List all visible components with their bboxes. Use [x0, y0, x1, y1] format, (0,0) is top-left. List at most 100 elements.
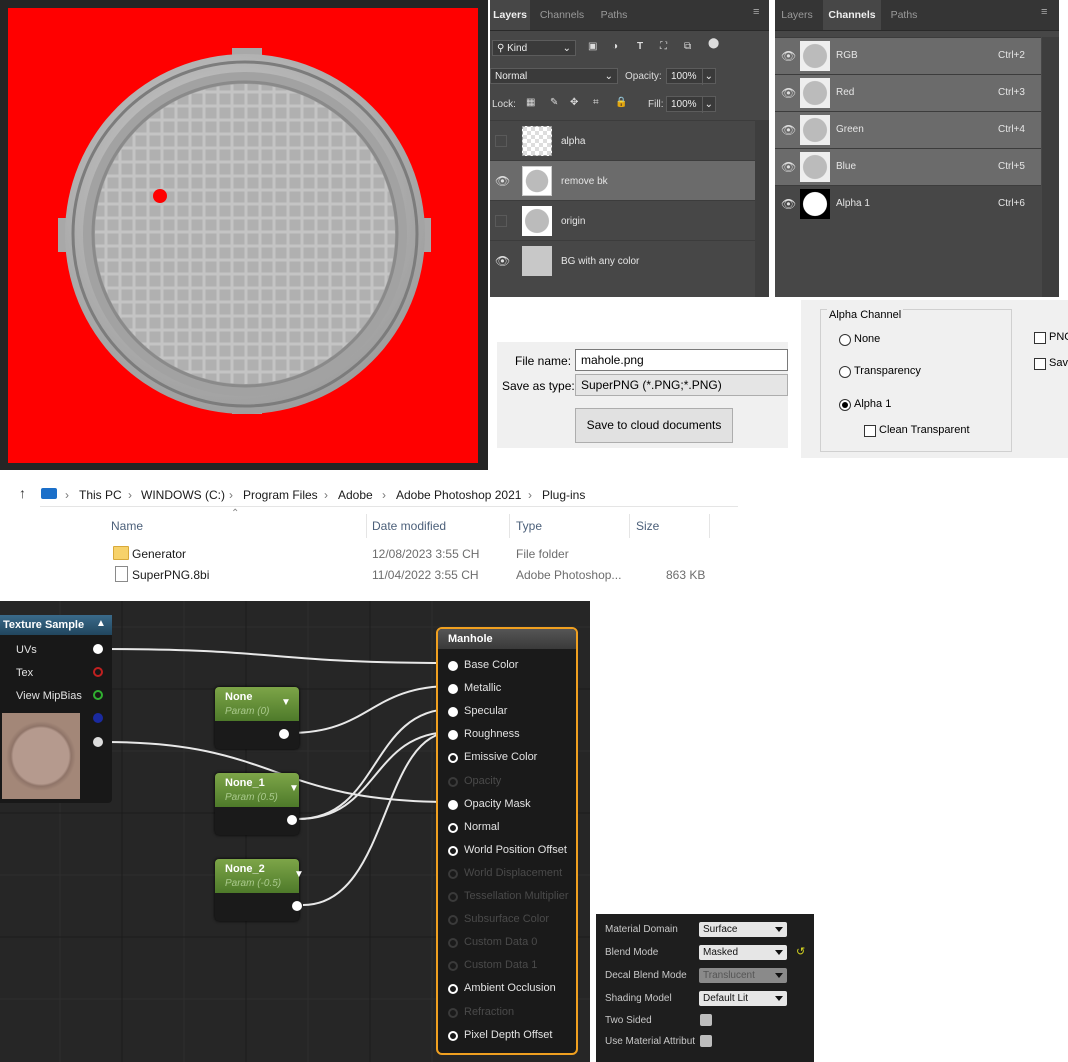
dropdown-arrow-icon[interactable]: ▼ — [289, 783, 299, 794]
save-option-checkbox[interactable] — [1034, 358, 1046, 370]
save-to-cloud-button[interactable]: Save to cloud documents — [575, 408, 733, 443]
eye-icon[interactable]: 👁 — [781, 86, 796, 100]
output-pin[interactable] — [292, 901, 302, 911]
lock-transparent-icon[interactable]: ▦ — [526, 97, 535, 108]
output-pin[interactable] — [279, 729, 289, 739]
channel-row-rgb[interactable]: 👁 RGB Ctrl+2 — [775, 37, 1041, 74]
material-pin-row[interactable]: Metallic — [446, 681, 574, 697]
lock-image-icon[interactable]: ✎ — [550, 97, 558, 108]
material-pin-row[interactable]: Emissive Color — [446, 750, 574, 766]
chevron-down-icon[interactable]: ⌄ — [701, 69, 713, 85]
channel-row-blue[interactable]: 👁 Blue Ctrl+5 — [775, 148, 1041, 185]
material-pin-row[interactable]: Specular — [446, 704, 574, 720]
texture-sample-node[interactable]: Texture Sample ▲ UVs Tex View MipBias — [0, 615, 112, 803]
use-material-attributes-checkbox[interactable] — [700, 1035, 712, 1047]
panel-menu-icon[interactable]: ≡ — [1041, 6, 1047, 18]
material-domain-combo[interactable]: Surface — [699, 922, 787, 937]
material-result-header[interactable]: Manhole — [438, 629, 576, 649]
output-g-pin[interactable] — [93, 690, 103, 700]
alpha-1-radio[interactable] — [839, 399, 851, 411]
path-this-pc[interactable]: This PC — [79, 488, 122, 502]
visibility-toggle[interactable] — [495, 135, 507, 147]
layer-row-origin[interactable]: origin — [490, 200, 755, 240]
param-node-none[interactable]: None Param (0) ▼ — [215, 687, 299, 749]
collapse-arrow-icon[interactable]: ▲ — [96, 618, 106, 629]
filter-adjustment-icon[interactable]: ◑ — [612, 41, 618, 52]
lock-all-icon[interactable]: 🔒 — [615, 97, 627, 108]
chevron-down-icon[interactable]: ⌄ — [701, 97, 713, 113]
input-pin[interactable] — [448, 661, 458, 671]
column-type[interactable]: Type — [516, 519, 542, 533]
material-result-node[interactable]: Manhole Base Color Metallic Specular Roughn… — [436, 627, 578, 1055]
tab-paths[interactable]: Paths — [885, 0, 923, 30]
blend-mode-combo[interactable]: Masked — [699, 945, 787, 960]
material-pin-row[interactable]: World Displacement — [446, 866, 574, 882]
png-option-checkbox[interactable] — [1034, 332, 1046, 344]
blend-mode-select[interactable]: Normal ⌄ — [490, 68, 618, 84]
layers-scrollbar[interactable] — [755, 120, 769, 297]
layer-row-alpha[interactable]: alpha — [490, 120, 755, 160]
filter-type-icon[interactable]: T — [637, 41, 643, 52]
input-pin[interactable] — [448, 799, 458, 810]
param-node-none-2[interactable]: None_2 Param (-0.5) ▼ — [215, 859, 304, 921]
tab-layers[interactable]: Layers — [775, 0, 819, 30]
column-date[interactable]: Date modified — [372, 519, 446, 533]
column-name[interactable]: Name — [111, 519, 143, 533]
input-pin[interactable] — [448, 1030, 458, 1041]
filter-shape-icon[interactable]: ⛶ — [660, 41, 667, 52]
document-canvas[interactable] — [8, 8, 478, 463]
path-photoshop[interactable]: Adobe Photoshop 2021 — [396, 488, 521, 502]
channel-row-alpha1[interactable]: 👁 Alpha 1 Ctrl+6 — [775, 185, 1041, 222]
input-pin[interactable] — [448, 730, 458, 741]
dropdown-arrow-icon[interactable]: ▼ — [281, 697, 291, 708]
filter-pixel-icon[interactable]: ▣ — [588, 41, 597, 52]
tab-paths[interactable]: Paths — [594, 0, 634, 30]
layer-row-remove-bk[interactable]: 👁 remove bk — [490, 160, 755, 200]
filter-toggle-icon[interactable]: ⬤ — [708, 38, 719, 49]
filter-smartobject-icon[interactable]: ⧉ — [684, 41, 691, 52]
channels-scrollbar[interactable] — [1042, 37, 1059, 297]
column-divider[interactable] — [629, 514, 630, 538]
material-pin-row[interactable]: Ambient Occlusion — [446, 981, 574, 997]
up-arrow-icon[interactable]: ↑ — [19, 485, 26, 501]
output-b-pin[interactable] — [93, 713, 103, 723]
input-pin[interactable] — [448, 753, 458, 764]
material-pin-row[interactable]: Normal — [446, 820, 574, 836]
lock-artboard-icon[interactable]: ⌗ — [593, 97, 599, 108]
material-pin-row[interactable]: Roughness — [446, 727, 574, 743]
column-divider[interactable] — [709, 514, 710, 538]
texture-sample-header[interactable]: Texture Sample ▲ — [0, 615, 112, 635]
panel-menu-icon[interactable]: ≡ — [753, 6, 759, 18]
tab-channels[interactable]: Channels — [823, 0, 881, 30]
input-pin[interactable] — [448, 984, 458, 995]
channel-row-green[interactable]: 👁 Green Ctrl+4 — [775, 111, 1041, 148]
eye-icon[interactable]: 👁 — [781, 49, 796, 63]
material-pin-row[interactable]: Refraction — [446, 1005, 574, 1021]
file-row-superpng[interactable]: SuperPNG.8bi 11/04/2022 3:55 CH Adobe Ph… — [100, 565, 710, 585]
input-pin[interactable] — [448, 822, 458, 833]
output-pin[interactable] — [287, 815, 297, 825]
path-adobe[interactable]: Adobe — [338, 488, 373, 502]
channel-row-red[interactable]: 👁 Red Ctrl+3 — [775, 74, 1041, 111]
eye-icon[interactable]: 👁 — [781, 123, 796, 137]
dropdown-arrow-icon[interactable]: ▼ — [294, 869, 304, 880]
output-rgb-pin[interactable] — [93, 644, 103, 654]
input-pin[interactable] — [448, 684, 458, 695]
output-r-pin[interactable] — [93, 667, 103, 677]
material-pin-row[interactable]: World Position Offset — [446, 843, 574, 859]
file-name-input[interactable]: mahole.png — [575, 349, 788, 371]
column-divider[interactable] — [366, 514, 367, 538]
output-a-pin[interactable] — [93, 737, 103, 747]
tab-layers[interactable]: Layers — [490, 0, 530, 30]
eye-icon[interactable]: 👁 — [495, 174, 510, 188]
material-pin-row[interactable]: Tessellation Multiplier — [446, 889, 574, 905]
filter-kind-select[interactable]: ⚲ Kind ⌄ — [492, 40, 576, 56]
path-windows-c[interactable]: WINDOWS (C:) — [141, 488, 225, 502]
column-divider[interactable] — [509, 514, 510, 538]
param-node-none-1[interactable]: None_1 Param (0.5) ▼ — [215, 773, 299, 835]
material-pin-row[interactable]: Pixel Depth Offset — [446, 1028, 574, 1044]
visibility-toggle[interactable] — [495, 215, 507, 227]
shading-model-combo[interactable]: Default Lit — [699, 991, 787, 1006]
material-pin-row[interactable]: Opacity — [446, 774, 574, 790]
eye-icon[interactable]: 👁 — [495, 254, 510, 268]
